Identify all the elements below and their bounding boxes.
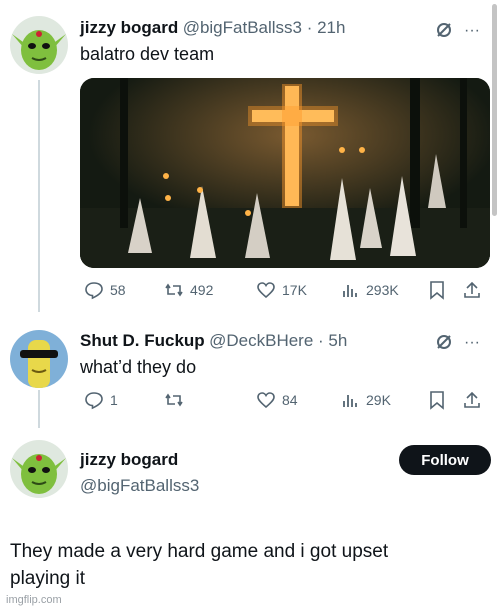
reply-button[interactable]: 1 [84,390,118,410]
avatar[interactable] [10,440,68,498]
reply-count: 58 [110,282,126,298]
share-icon[interactable] [462,280,482,305]
handle-time[interactable]: @bigFatBallss3 · 21h [183,18,346,37]
grok-icon[interactable] [434,332,454,357]
display-name[interactable]: Shut D. Fuckup [80,331,205,350]
repost-count: 492 [190,282,214,298]
like-count: 84 [282,392,298,408]
tweet-text-line: playing it [10,568,85,589]
handle[interactable]: @bigFatBallss3 [80,476,199,496]
handle-time[interactable]: @DeckBHere · 5h [209,331,347,350]
repost-icon [165,393,183,407]
scrollbar[interactable] [492,4,497,216]
share-icon[interactable] [462,390,482,415]
tweet-text: They made a very hard game and i got ups… [10,538,388,592]
avatar[interactable] [10,16,68,74]
repost-icon [165,283,183,297]
tweet-image[interactable] [80,78,490,268]
display-name[interactable]: jizzy bogard [80,450,178,470]
bookmark-icon[interactable] [428,390,446,415]
views-button[interactable]: 29K [340,390,391,410]
like-icon [257,282,275,299]
follow-button[interactable]: Follow [399,445,491,475]
views-count: 293K [366,282,399,298]
like-count: 17K [282,282,307,298]
tweet-text: balatro dev team [80,44,215,64]
tweet-text-line: They made a very hard game and i got ups… [10,541,389,562]
more-icon[interactable]: ··· [464,334,480,352]
reply-icon [85,282,103,300]
tweet-header: Shut D. Fuckup @DeckBHere · 5h [80,331,347,351]
repost-button[interactable] [164,390,190,410]
display-name[interactable]: jizzy bogard [80,18,178,37]
bookmark-icon[interactable] [428,280,446,305]
views-count: 29K [366,392,391,408]
like-button[interactable]: 17K [256,280,307,300]
views-icon [343,395,357,407]
thread-line-2 [38,390,40,428]
reply-button[interactable]: 58 [84,280,126,300]
grok-icon[interactable] [434,20,454,45]
tweet-text: what’d they do [80,357,197,377]
views-icon [343,285,357,297]
watermark: imgflip.com [6,594,62,606]
tweet-header: jizzy bogard @bigFatBallss3 · 21h [80,18,345,38]
avatar[interactable] [10,330,68,388]
reply-icon [85,392,103,410]
like-icon [257,392,275,409]
views-button[interactable]: 293K [340,280,399,300]
like-button[interactable]: 84 [256,390,298,410]
reply-count: 1 [110,392,118,408]
thread-line-1 [38,80,40,312]
more-icon[interactable]: ··· [464,22,480,40]
repost-button[interactable]: 492 [164,280,213,300]
